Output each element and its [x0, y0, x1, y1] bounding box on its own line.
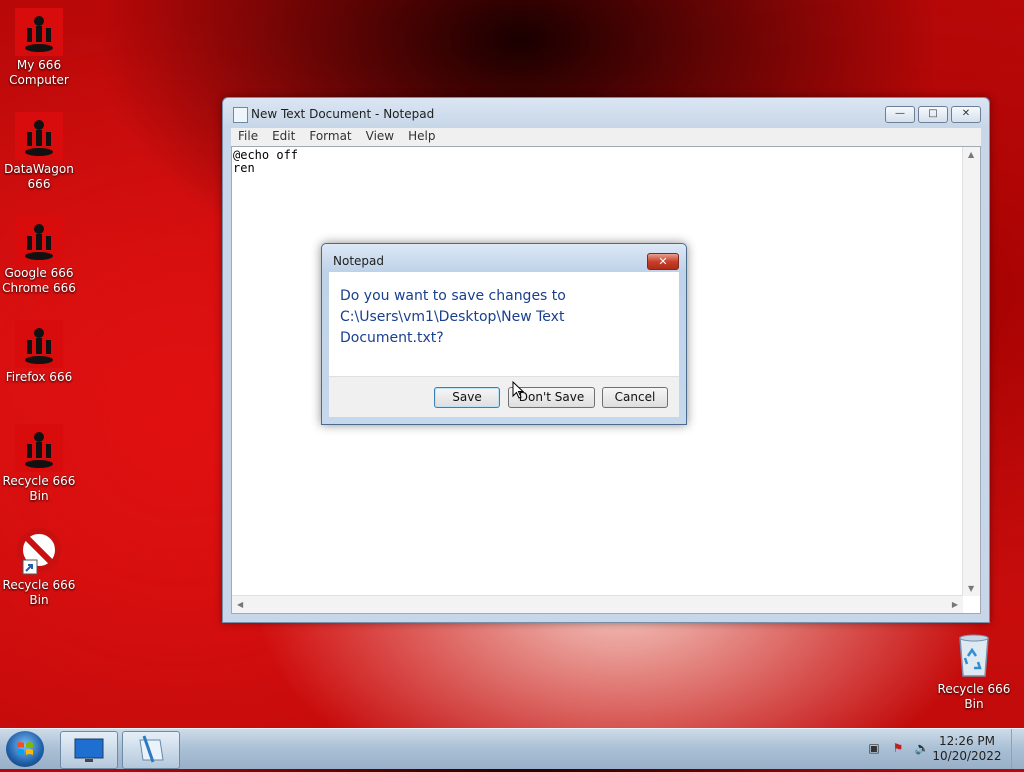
- 666-icon: [15, 320, 63, 368]
- desktop-icon-google-chrome[interactable]: Google 666 Chrome 666: [1, 216, 77, 296]
- menu-view[interactable]: View: [359, 128, 401, 146]
- desktop-icon-label: My 666 Computer: [9, 58, 69, 87]
- window-title: New Text Document - Notepad: [251, 107, 435, 121]
- close-button[interactable]: ✕: [951, 106, 981, 123]
- desktop-icon-label: DataWagon 666: [4, 162, 74, 191]
- desktop-icon-label: Recycle 666 Bin: [2, 474, 76, 503]
- maximize-button[interactable]: □: [918, 106, 948, 123]
- scroll-left-arrow-icon[interactable]: ◀: [237, 600, 243, 609]
- desktop-icon-firefox[interactable]: Firefox 666: [1, 320, 77, 385]
- minimize-button[interactable]: —: [885, 106, 915, 123]
- menu-edit[interactable]: Edit: [265, 128, 302, 146]
- notepad-icon: [139, 735, 164, 763]
- show-desktop-button[interactable]: [1011, 729, 1024, 769]
- desktop-icon-my-computer[interactable]: My 666 Computer: [1, 8, 77, 88]
- windows-logo-icon: [17, 742, 33, 755]
- action-center-flag-icon[interactable]: ⚑: [890, 741, 906, 755]
- horizontal-scrollbar[interactable]: ◀ ▶: [232, 595, 963, 613]
- dialog-title: Notepad: [333, 254, 384, 268]
- network-icon[interactable]: ▣: [866, 741, 882, 755]
- 666-icon: [15, 8, 63, 56]
- document-text[interactable]: @echo off ren: [233, 149, 298, 175]
- dialog-body: Do you want to save changes to C:\Users\…: [329, 272, 679, 376]
- scroll-down-arrow-icon[interactable]: ▼: [968, 584, 974, 593]
- notepad-icon: [233, 107, 248, 123]
- start-button[interactable]: [6, 731, 44, 767]
- no-symbol-shortcut-icon: [15, 528, 63, 576]
- desktop-icon-label: Recycle 666 Bin: [2, 578, 76, 607]
- dialog-button-bar: Save Don't Save Cancel: [329, 376, 679, 417]
- taskbar-notepad-button[interactable]: [122, 731, 180, 769]
- 666-icon: [15, 112, 63, 160]
- 666-icon: [15, 424, 63, 472]
- desktop-icon-label: Firefox 666: [5, 370, 73, 384]
- desktop-icon-recycle-bin[interactable]: Recycle 666 Bin: [936, 632, 1012, 712]
- desktop-icon-label: Google 666 Chrome 666: [2, 266, 76, 295]
- desktop-icon-datawagon[interactable]: DataWagon 666: [1, 112, 77, 192]
- dialog-message: Do you want to save changes to C:\Users\…: [340, 288, 566, 346]
- desktop-icon-label: Recycle 666 Bin: [937, 682, 1011, 711]
- menu-format[interactable]: Format: [302, 128, 358, 146]
- monitor-icon: [74, 738, 104, 762]
- menu-help[interactable]: Help: [401, 128, 442, 146]
- vertical-scrollbar[interactable]: ▲ ▼: [962, 147, 980, 596]
- recycle-bin-icon: [950, 632, 998, 680]
- taskbar: ▣ ⚑ 🔈 12:26 PM 10/20/2022: [0, 728, 1024, 769]
- clock-time: 12:26 PM: [939, 734, 995, 748]
- menu-bar: File Edit Format View Help: [231, 128, 981, 146]
- save-button[interactable]: Save: [434, 387, 500, 408]
- desktop-icon-recycle-bin-shortcut[interactable]: Recycle 666 Bin: [1, 528, 77, 608]
- volume-icon[interactable]: 🔈: [914, 741, 930, 755]
- scroll-right-arrow-icon[interactable]: ▶: [952, 600, 958, 609]
- cancel-button[interactable]: Cancel: [602, 387, 668, 408]
- caption-buttons: — □ ✕: [885, 106, 981, 123]
- dialog-close-button[interactable]: ✕: [647, 253, 679, 270]
- taskbar-desktop-button[interactable]: [60, 731, 118, 769]
- save-changes-dialog[interactable]: Notepad ✕ Do you want to save changes to…: [321, 243, 687, 425]
- desktop-icon-recycle-bin-666[interactable]: Recycle 666 Bin: [1, 424, 77, 504]
- clock[interactable]: 12:26 PM 10/20/2022: [932, 734, 1002, 764]
- mouse-cursor-icon: [512, 381, 524, 399]
- 666-icon: [15, 216, 63, 264]
- clock-date: 10/20/2022: [932, 749, 1002, 763]
- scroll-up-arrow-icon[interactable]: ▲: [968, 150, 974, 159]
- menu-file[interactable]: File: [231, 128, 265, 146]
